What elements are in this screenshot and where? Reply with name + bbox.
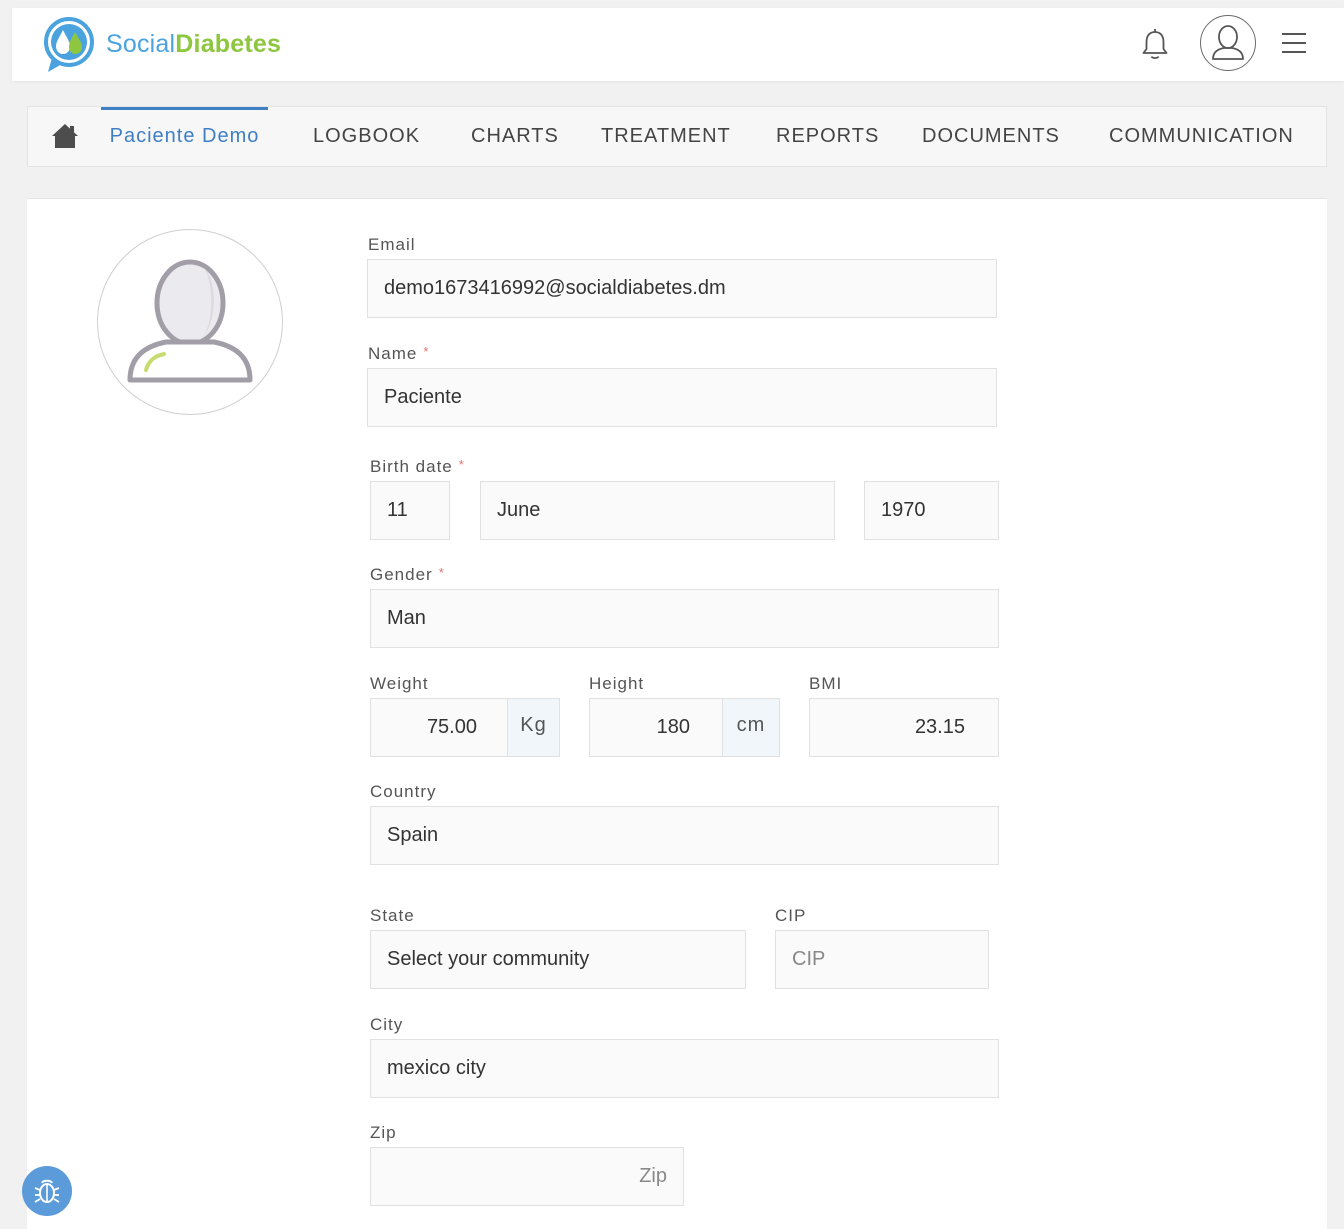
profile-picture[interactable] <box>97 229 283 415</box>
tab-communication[interactable]: COMMUNICATION <box>1109 107 1294 166</box>
country-label: Country <box>370 782 437 801</box>
tab-reports[interactable]: REPORTS <box>776 107 879 166</box>
birth-year-select[interactable]: 1970 <box>864 481 999 540</box>
state-label: State <box>370 906 415 925</box>
tab-logbook[interactable]: LOGBOOK <box>313 107 420 166</box>
home-icon[interactable] <box>50 122 80 150</box>
weight-unit: Kg <box>507 698 560 757</box>
cip-label: CIP <box>775 906 807 925</box>
tab-treatment[interactable]: TREATMENT <box>601 107 731 166</box>
app-logo[interactable]: SocialDiabetes <box>42 14 281 74</box>
patient-navigation: Paciente Demo LOGBOOK CHARTS TREATMENT R… <box>27 106 1327 167</box>
state-select[interactable]: Select your community <box>370 930 746 989</box>
required-mark: * <box>438 565 445 580</box>
name-field[interactable]: Paciente <box>367 368 997 427</box>
logo-text: SocialDiabetes <box>106 30 281 59</box>
name-label: Name * <box>368 344 429 364</box>
cip-input[interactable]: CIP <box>775 930 989 989</box>
user-placeholder-icon <box>127 259 253 383</box>
user-avatar-button[interactable] <box>1200 15 1256 71</box>
gender-label-text: Gender <box>370 565 433 584</box>
user-icon <box>1212 25 1244 60</box>
height-label: Height <box>589 674 645 693</box>
gender-label: Gender * <box>370 565 445 585</box>
logo-text-diabetes: Diabetes <box>175 29 282 58</box>
birth-date-label: Birth date * <box>370 457 465 477</box>
tab-documents[interactable]: DOCUMENTS <box>922 107 1060 166</box>
socialdiabetes-logo-icon <box>44 17 94 72</box>
tab-charts[interactable]: CHARTS <box>471 107 559 166</box>
height-unit: cm <box>722 698 780 757</box>
zip-label: Zip <box>370 1123 397 1142</box>
name-label-text: Name <box>368 344 418 363</box>
tab-patient[interactable]: Paciente Demo <box>101 107 268 166</box>
birth-day-select[interactable]: 11 <box>370 481 450 540</box>
required-mark: * <box>458 457 465 472</box>
city-label: City <box>370 1015 404 1034</box>
gender-select[interactable]: Man <box>370 589 999 648</box>
birth-date-label-text: Birth date <box>370 457 453 476</box>
bmi-value: 23.15 <box>809 698 999 757</box>
logo-text-social: Social <box>106 29 176 58</box>
birth-month-select[interactable]: June <box>480 481 835 540</box>
email-label: Email <box>368 235 416 254</box>
height-input[interactable]: 180 <box>589 698 723 757</box>
weight-input[interactable]: 75.00 <box>370 698 508 757</box>
hamburger-menu-icon[interactable] <box>1280 30 1308 56</box>
country-select[interactable]: Spain <box>370 806 999 865</box>
top-header: SocialDiabetes <box>12 8 1344 81</box>
zip-input[interactable]: Zip <box>370 1147 684 1206</box>
weight-label: Weight <box>370 674 429 693</box>
required-mark: * <box>423 344 430 359</box>
bug-icon <box>34 1179 60 1203</box>
city-input[interactable]: mexico city <box>370 1039 999 1098</box>
bug-report-button[interactable] <box>22 1166 72 1216</box>
bell-icon[interactable] <box>1140 28 1170 62</box>
profile-card: Email demo1673416992@socialdiabetes.dm N… <box>27 198 1327 1229</box>
bmi-label: BMI <box>809 674 843 693</box>
email-field[interactable]: demo1673416992@socialdiabetes.dm <box>367 259 997 318</box>
